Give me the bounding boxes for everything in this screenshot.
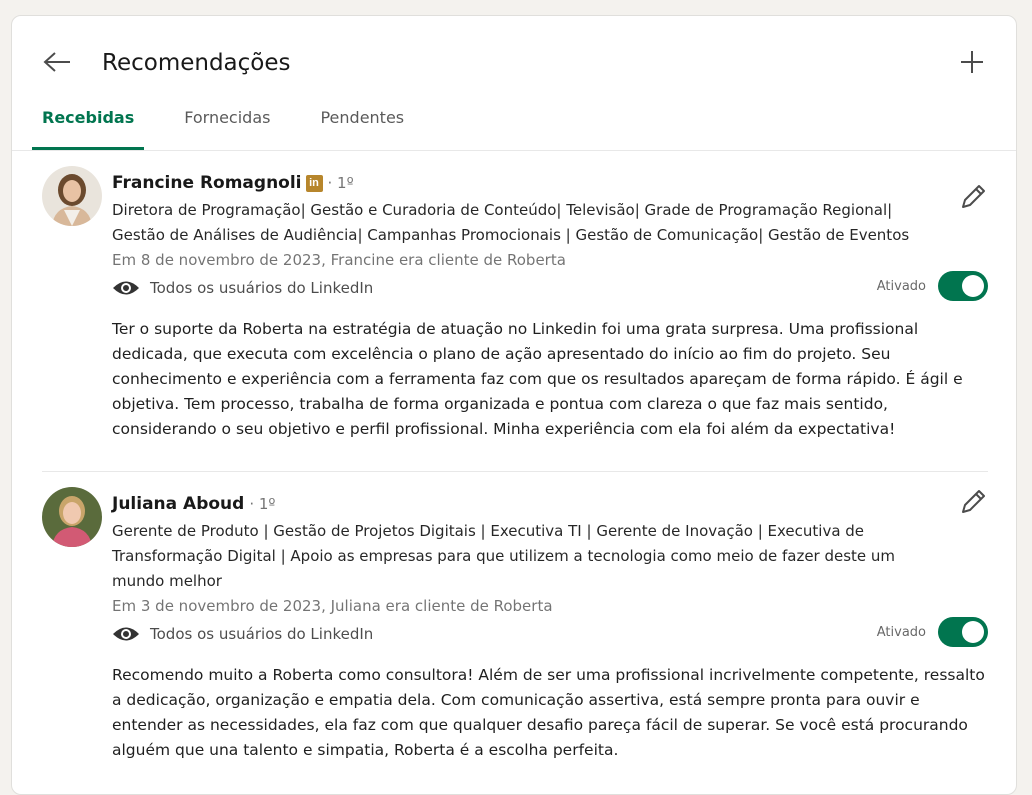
recommender-headline: Gerente de Produto | Gestão de Projetos … bbox=[112, 522, 896, 590]
visibility-toggle-wrap: Ativado bbox=[877, 617, 988, 647]
tab-recebidas[interactable]: Recebidas bbox=[32, 104, 145, 150]
visibility-text: Todos os usuários do LinkedIn bbox=[150, 279, 374, 297]
avatar-photo-icon bbox=[42, 166, 102, 226]
recommendations-card: Recomendações Recebidas Fornecidas Pende… bbox=[11, 15, 1017, 795]
connection-degree: · 1º bbox=[249, 495, 276, 513]
recommendation-date: Em 8 de novembro de 2023, Francine era c… bbox=[112, 251, 566, 269]
recommendation-body: Juliana Aboud · 1º Gerente de Produto | … bbox=[112, 491, 988, 763]
visibility-line: Todos os usuários do LinkedIn Ativado bbox=[112, 617, 988, 649]
avatar[interactable] bbox=[42, 166, 102, 226]
tab-bar: Recebidas Fornecidas Pendentes bbox=[32, 104, 444, 150]
visibility-toggle[interactable] bbox=[938, 271, 988, 301]
pencil-icon[interactable] bbox=[958, 182, 988, 212]
eye-icon bbox=[113, 281, 139, 295]
avatar[interactable] bbox=[42, 487, 102, 547]
back-arrow-icon[interactable] bbox=[40, 46, 74, 80]
eye-icon bbox=[113, 627, 139, 641]
toggle-knob bbox=[962, 621, 984, 643]
tab-fornecidas[interactable]: Fornecidas bbox=[174, 104, 280, 150]
recommendation-item: Juliana Aboud · 1º Gerente de Produto | … bbox=[42, 471, 988, 759]
toggle-knob bbox=[962, 275, 984, 297]
add-icon[interactable] bbox=[956, 46, 988, 78]
visibility-toggle-wrap: Ativado bbox=[877, 271, 988, 301]
page-title: Recomendações bbox=[102, 50, 291, 76]
pencil-icon[interactable] bbox=[958, 487, 988, 517]
recommendation-text: Recomendo muito a Roberta como consultor… bbox=[112, 666, 985, 759]
recommender-headline: Diretora de Programação| Gestão e Curado… bbox=[112, 201, 910, 244]
name-line: Juliana Aboud · 1º bbox=[112, 491, 988, 517]
toggle-label: Ativado bbox=[876, 278, 926, 294]
connection-degree: · 1º bbox=[327, 174, 354, 192]
header: Recomendações Recebidas Fornecidas Pende… bbox=[12, 16, 1016, 151]
recommender-name[interactable]: Juliana Aboud bbox=[112, 494, 244, 514]
linkedin-badge-icon: in bbox=[305, 174, 323, 192]
recommendation-date: Em 3 de novembro de 2023, Juliana era cl… bbox=[112, 597, 553, 615]
toggle-label: Ativado bbox=[876, 624, 926, 640]
visibility-line: Todos os usuários do LinkedIn Ativado bbox=[112, 271, 988, 303]
recommendation-body: Francine Romagnoli in · 1º Diretora de P… bbox=[112, 170, 988, 442]
avatar-photo-icon bbox=[42, 487, 102, 547]
tab-pendentes[interactable]: Pendentes bbox=[310, 104, 414, 150]
recommender-name[interactable]: Francine Romagnoli bbox=[112, 173, 302, 193]
name-line: Francine Romagnoli in · 1º bbox=[112, 170, 988, 196]
visibility-toggle[interactable] bbox=[938, 617, 988, 647]
recommendation-text: Ter o suporte da Roberta na estratégia d… bbox=[112, 320, 963, 438]
visibility-text: Todos os usuários do LinkedIn bbox=[150, 625, 374, 643]
